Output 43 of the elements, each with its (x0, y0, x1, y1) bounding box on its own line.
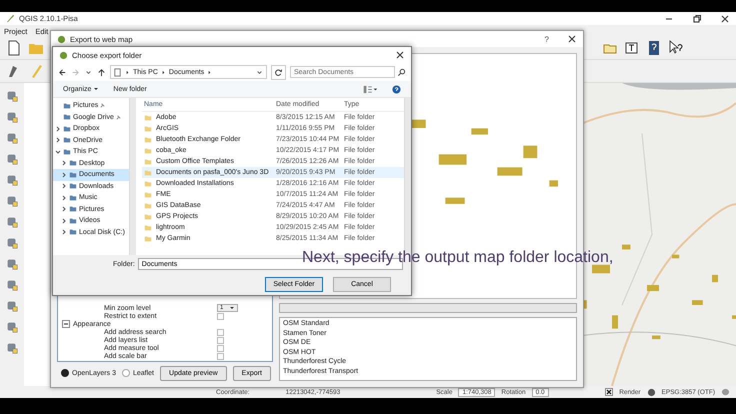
map-tool-icon[interactable] (5, 320, 19, 334)
help-button[interactable]: ? (544, 34, 549, 44)
render-checkbox[interactable] (605, 388, 614, 396)
map-tool-icon[interactable] (5, 257, 19, 271)
new-file-icon[interactable] (6, 40, 22, 56)
help-book-icon[interactable] (646, 40, 662, 56)
checkbox[interactable] (217, 328, 224, 336)
map-tool-icon[interactable] (5, 152, 19, 166)
whats-this-icon[interactable] (668, 40, 684, 56)
map-tool-icon[interactable] (5, 236, 19, 250)
back-arrow-icon[interactable] (58, 68, 67, 76)
checkbox[interactable] (217, 344, 224, 352)
map-tool-icon[interactable] (5, 131, 19, 145)
close-icon[interactable] (720, 14, 730, 24)
map-tool-icon[interactable] (5, 110, 19, 124)
text-annotation-icon[interactable] (624, 40, 640, 56)
scrollbar[interactable] (279, 303, 577, 313)
collapse-icon[interactable] (62, 320, 70, 328)
search-icon (397, 68, 406, 76)
map-tool-icon[interactable] (5, 341, 19, 355)
chevron-right-icon (160, 70, 166, 74)
document-icon (113, 68, 122, 76)
close-icon[interactable] (395, 50, 405, 60)
chevron-right-icon (207, 70, 212, 74)
checkbox[interactable] (217, 336, 224, 344)
map-tool-icon[interactable] (5, 194, 19, 208)
map-tool-icon[interactable] (5, 215, 19, 229)
refresh-icon[interactable] (271, 64, 286, 80)
chevron-right-icon (125, 70, 130, 74)
app-logo-icon (6, 14, 15, 23)
map-tool-icon[interactable] (5, 89, 19, 103)
map-tool-icon[interactable] (5, 278, 19, 292)
caret-icon (93, 86, 100, 92)
caret-icon (229, 305, 236, 311)
up-arrow-icon[interactable] (97, 68, 106, 76)
checkbox[interactable] (217, 352, 224, 360)
restore-icon[interactable] (692, 14, 702, 24)
checkbox[interactable] (217, 312, 224, 320)
help-icon[interactable] (392, 84, 401, 94)
map-tool-icon[interactable] (5, 173, 19, 187)
view-options-icon[interactable] (362, 84, 378, 94)
close-icon[interactable] (567, 34, 577, 44)
map-tool-icon[interactable] (5, 299, 19, 313)
